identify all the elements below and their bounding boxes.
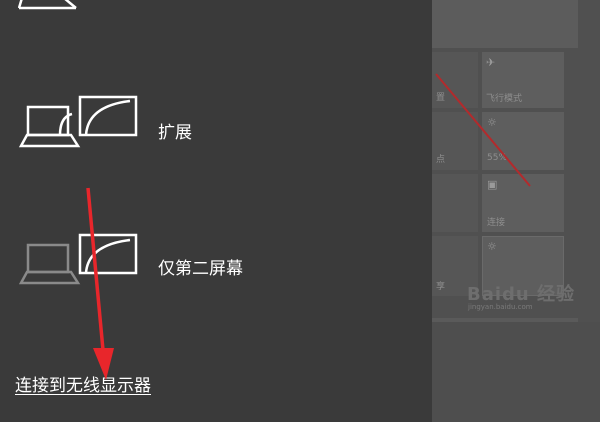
- brightness-label: 55%: [487, 153, 508, 163]
- connect-label: 连接: [487, 218, 506, 228]
- airplane-mode-label: 飞行模式: [486, 94, 523, 104]
- action-center-header: [432, 0, 578, 48]
- watermark-url: jingyan.baidu.com: [468, 303, 533, 311]
- tile-partial-label: 点: [436, 155, 446, 165]
- project-option-partial[interactable]: [0, 0, 432, 10]
- brightness-icon: ☼: [487, 240, 497, 253]
- quick-action-tile-partial: [432, 174, 478, 232]
- desktop-backdrop: [432, 322, 600, 422]
- connect-icon: ▣: [487, 178, 498, 191]
- tile-partial-label: 置: [436, 93, 446, 103]
- second-screen-only-icon: [18, 233, 138, 285]
- project-option-second-screen-only[interactable]: 仅第二屏幕: [0, 229, 432, 299]
- brightness-icon: ☼: [487, 116, 497, 129]
- project-panel: 扩展 仅第二屏幕 连接到无线显示器: [0, 0, 432, 422]
- extend-label: 扩展: [158, 123, 192, 143]
- extend-icon: [18, 95, 138, 148]
- connect-wireless-display-link[interactable]: 连接到无线显示器: [15, 371, 151, 396]
- tile-partial-label: 享: [436, 282, 446, 292]
- monitor-icon: [18, 0, 77, 10]
- second-screen-only-label: 仅第二屏幕: [158, 259, 243, 279]
- airplane-icon: ✈: [486, 56, 496, 69]
- project-option-extend[interactable]: 扩展: [0, 92, 432, 162]
